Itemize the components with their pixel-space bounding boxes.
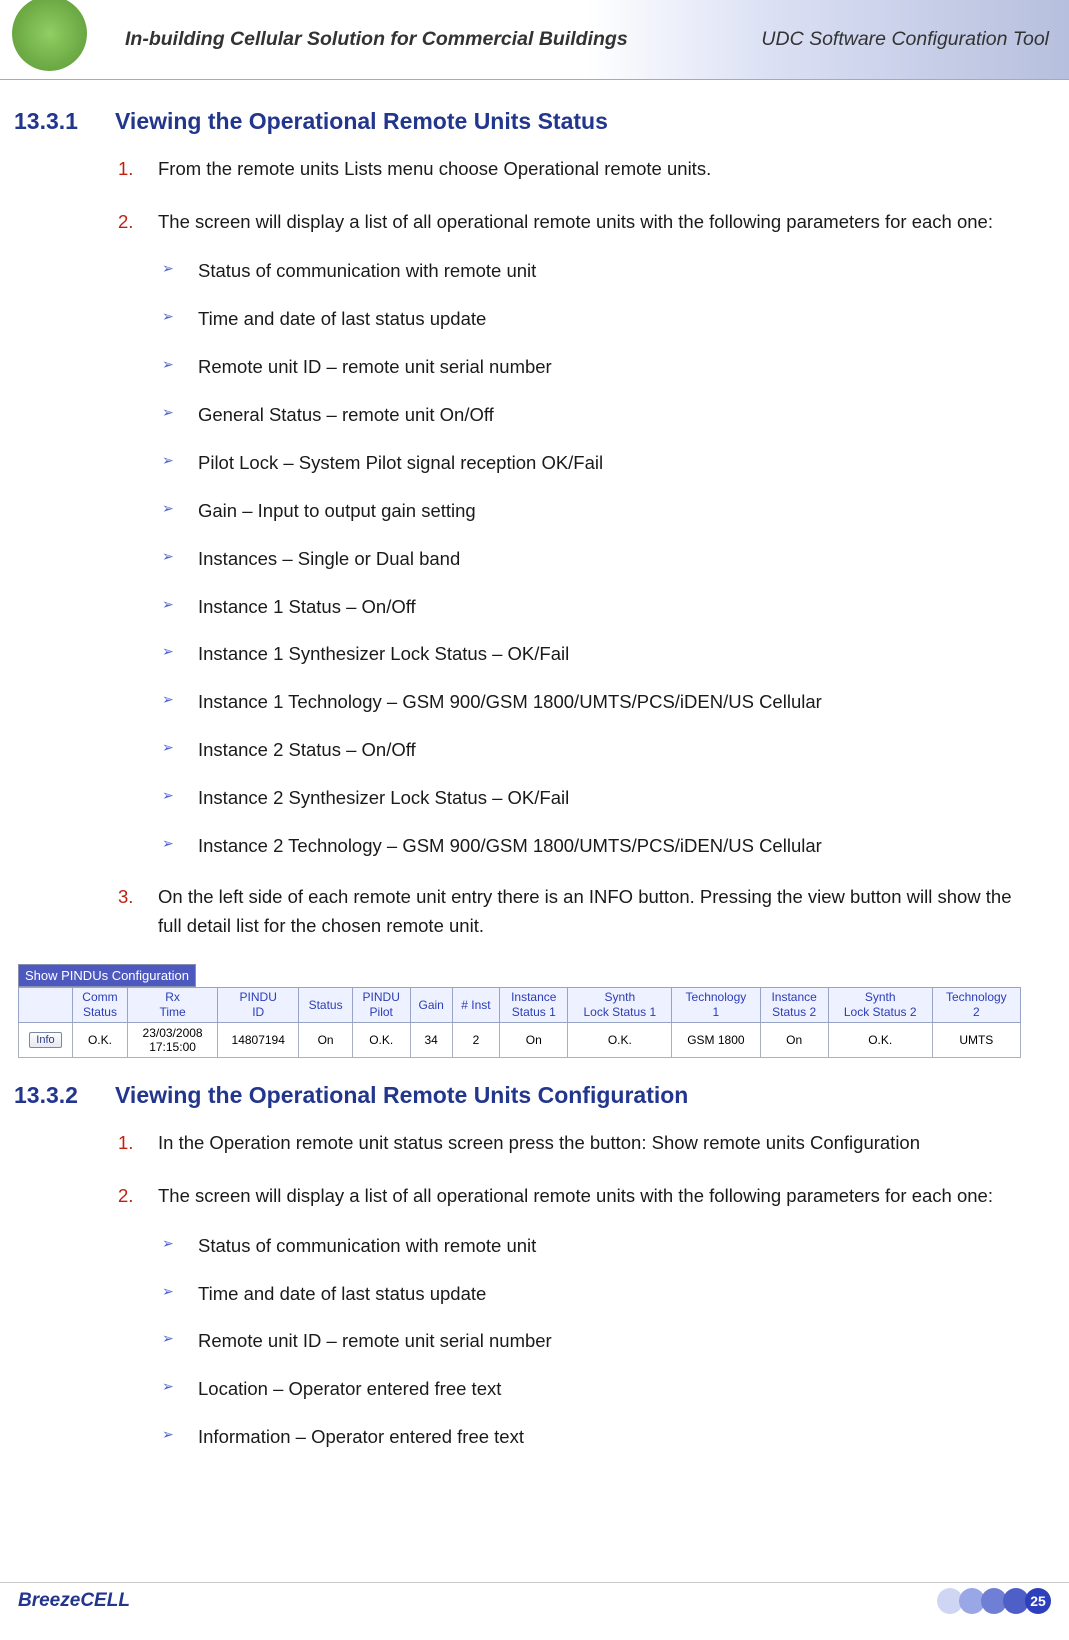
td: 14807194 (218, 1023, 299, 1058)
step-text: The screen will display a list of all op… (158, 1185, 993, 1206)
th: RxTime (128, 988, 218, 1023)
th: InstanceStatus 2 (760, 988, 828, 1023)
th: InstanceStatus 1 (500, 988, 568, 1023)
td: 34 (410, 1023, 452, 1058)
step-text: On the left side of each remote unit ent… (158, 886, 1012, 936)
td: O.K. (568, 1023, 672, 1058)
step-text: The screen will display a list of all op… (158, 211, 993, 232)
sub-item: Status of communication with remote unit (158, 258, 1039, 284)
step-text: In the Operation remote unit status scre… (158, 1132, 920, 1153)
section-title: Viewing the Operational Remote Units Sta… (115, 108, 608, 135)
section2-steps: 1. In the Operation remote unit status s… (118, 1129, 1039, 1450)
sub-item: Gain – Input to output gain setting (158, 498, 1039, 524)
table-row: Info O.K. 23/03/200817:15:00 14807194 On… (19, 1023, 1021, 1058)
table-caption: Show PINDUs Configuration (18, 964, 196, 987)
sub-item: Instance 2 Status – On/Off (158, 737, 1039, 763)
td: 23/03/200817:15:00 (128, 1023, 218, 1058)
td: On (760, 1023, 828, 1058)
pindu-table: CommStatus RxTime PINDUID Status PINDUPi… (18, 987, 1021, 1058)
header-title-left: In-building Cellular Solution for Commer… (125, 28, 628, 51)
footer-brand: BreezeCELL (18, 1590, 130, 1612)
page-header: In-building Cellular Solution for Commer… (0, 0, 1069, 80)
th: SynthLock Status 2 (828, 988, 932, 1023)
sub-list: Status of communication with remote unit… (158, 258, 1039, 859)
sub-item: Remote unit ID – remote unit serial numb… (158, 354, 1039, 380)
page-footer: BreezeCELL 25 (0, 1582, 1069, 1618)
th: PINDUPilot (352, 988, 410, 1023)
step-item: 2. The screen will display a list of all… (118, 208, 1039, 859)
sub-list: Status of communication with remote unit… (158, 1233, 1039, 1450)
sub-item: Information – Operator entered free text (158, 1424, 1039, 1450)
info-button[interactable]: Info (29, 1032, 61, 1048)
sub-item: Instance 1 Synthesizer Lock Status – OK/… (158, 641, 1039, 667)
th: CommStatus (72, 988, 127, 1023)
step-item: 1. In the Operation remote unit status s… (118, 1129, 1039, 1158)
sub-item: Time and date of last status update (158, 306, 1039, 332)
th: PINDUID (218, 988, 299, 1023)
td: O.K. (828, 1023, 932, 1058)
header-title-right: UDC Software Configuration Tool (761, 28, 1049, 51)
td: On (500, 1023, 568, 1058)
section1-steps: 1. From the remote units Lists menu choo… (118, 155, 1039, 940)
step-number: 1. (118, 155, 133, 184)
step-item: 2. The screen will display a list of all… (118, 1182, 1039, 1450)
td: 2 (452, 1023, 499, 1058)
td: On (299, 1023, 352, 1058)
section-heading: 13.3.2 Viewing the Operational Remote Un… (0, 1082, 1039, 1109)
sub-item: Location – Operator entered free text (158, 1376, 1039, 1402)
sub-item: Time and date of last status update (158, 1281, 1039, 1307)
step-text: From the remote units Lists menu choose … (158, 158, 711, 179)
th: # Inst (452, 988, 499, 1023)
th: SynthLock Status 1 (568, 988, 672, 1023)
th-blank (19, 988, 73, 1023)
sub-item: Remote unit ID – remote unit serial numb… (158, 1328, 1039, 1354)
sub-item: Instance 1 Status – On/Off (158, 594, 1039, 620)
sub-item: Instance 2 Synthesizer Lock Status – OK/… (158, 785, 1039, 811)
section-number: 13.3.1 (0, 108, 115, 135)
step-number: 3. (118, 883, 133, 912)
footer-dots: 25 (941, 1588, 1051, 1614)
section-heading: 13.3.1 Viewing the Operational Remote Un… (0, 108, 1039, 135)
step-item: 1. From the remote units Lists menu choo… (118, 155, 1039, 184)
section-title: Viewing the Operational Remote Units Con… (115, 1082, 688, 1109)
step-number: 2. (118, 1182, 133, 1211)
th: Technology1 (672, 988, 760, 1023)
td: GSM 1800 (672, 1023, 760, 1058)
step-number: 1. (118, 1129, 133, 1158)
th: Status (299, 988, 352, 1023)
td: O.K. (72, 1023, 127, 1058)
td: O.K. (352, 1023, 410, 1058)
sub-item: Instance 2 Technology – GSM 900/GSM 1800… (158, 833, 1039, 859)
brand-logo (12, 0, 87, 71)
sub-item: Status of communication with remote unit (158, 1233, 1039, 1259)
th: Gain (410, 988, 452, 1023)
td: UMTS (932, 1023, 1020, 1058)
th: Technology2 (932, 988, 1020, 1023)
table-header-row: CommStatus RxTime PINDUID Status PINDUPi… (19, 988, 1021, 1023)
step-item: 3. On the left side of each remote unit … (118, 883, 1039, 940)
sub-item: Instances – Single or Dual band (158, 546, 1039, 572)
page-number: 25 (1025, 1588, 1051, 1614)
config-table-screenshot: Show PINDUs Configuration CommStatus RxT… (18, 964, 1021, 1058)
step-number: 2. (118, 208, 133, 237)
section-number: 13.3.2 (0, 1082, 115, 1109)
sub-item: Instance 1 Technology – GSM 900/GSM 1800… (158, 689, 1039, 715)
sub-item: General Status – remote unit On/Off (158, 402, 1039, 428)
sub-item: Pilot Lock – System Pilot signal recepti… (158, 450, 1039, 476)
